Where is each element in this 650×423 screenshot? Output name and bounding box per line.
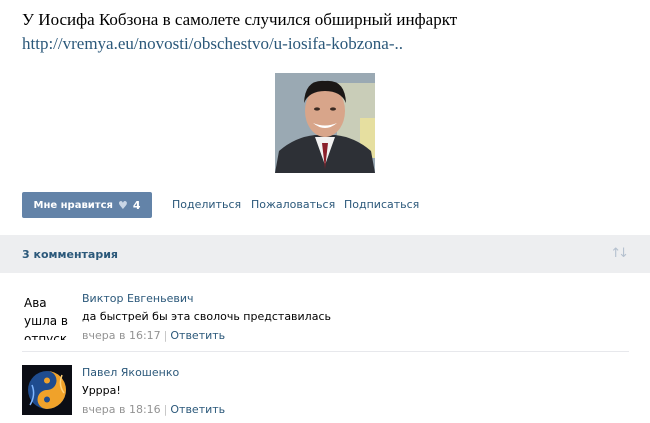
share-link[interactable]: Поделиться — [172, 198, 241, 211]
avatar-caption: Ава ушла в отпуск — [22, 290, 72, 340]
like-label: Мне нравится — [33, 199, 113, 211]
reply-link[interactable]: Ответить — [170, 403, 225, 416]
comment-meta: вчера в 16:17 | Ответить — [82, 329, 225, 342]
post-link[interactable]: http://vremya.eu/novosti/obschestvo/u-io… — [22, 34, 403, 54]
avatar[interactable]: Ава ушла в отпуск — [22, 290, 72, 340]
post-photo[interactable] — [275, 73, 375, 173]
comment-text: да быстрей бы эта сволочь представилась — [82, 310, 331, 323]
comment-time[interactable]: вчера в 16:17 — [82, 329, 161, 342]
separator: | — [163, 403, 168, 416]
like-button[interactable]: Мне нравится ♥ 4 — [22, 192, 152, 218]
portrait-image — [275, 73, 375, 173]
comments-header: 3 комментария ↑↓ — [0, 235, 650, 273]
avatar[interactable] — [22, 365, 72, 415]
comment-text: Уррра! — [82, 384, 121, 397]
comment-divider — [22, 351, 629, 352]
reply-link[interactable]: Ответить — [170, 329, 225, 342]
comment-author[interactable]: Виктор Евгеньевич — [82, 292, 194, 305]
separator: | — [163, 329, 168, 342]
comments-count[interactable]: 3 комментария — [22, 248, 118, 261]
sort-icon[interactable]: ↑↓ — [610, 246, 629, 261]
like-count: 4 — [132, 198, 141, 212]
comment-time[interactable]: вчера в 18:16 — [82, 403, 161, 416]
post-title: У Иосифа Кобзона в самолете случился обш… — [22, 10, 458, 29]
comment-author[interactable]: Павел Якошенко — [82, 366, 179, 379]
subscribe-link[interactable]: Подписаться — [344, 198, 419, 211]
report-link[interactable]: Пожаловаться — [251, 198, 335, 211]
comment-meta: вчера в 18:16 | Ответить — [82, 403, 225, 416]
yin-yang-avatar-image — [22, 365, 72, 415]
heart-icon: ♥ — [117, 198, 128, 212]
